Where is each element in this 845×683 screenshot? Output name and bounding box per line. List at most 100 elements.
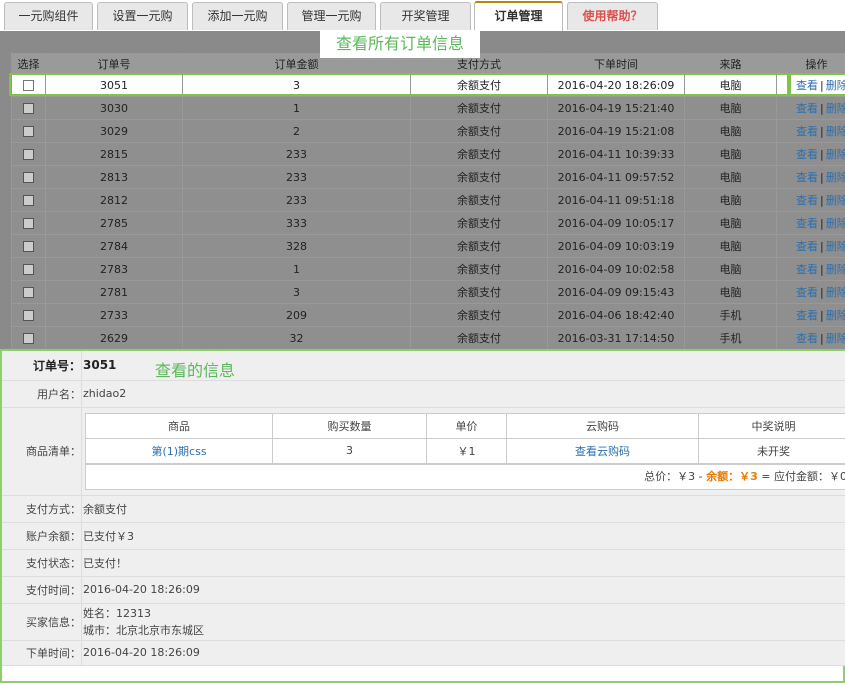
goods-product-link[interactable]: 第(1)期css [85, 437, 273, 464]
view-order-link[interactable]: 查看 [796, 332, 818, 345]
row-select-cell [11, 142, 46, 166]
row-select-cell [11, 188, 46, 212]
row-select-cell [11, 280, 46, 304]
row-checkbox[interactable] [23, 333, 34, 344]
pay-method-cell: 余额支付 [410, 142, 548, 166]
balance-value: 已支付￥3 [81, 522, 845, 550]
tab-setup-yiyuangou[interactable]: 设置一元购 [97, 2, 188, 30]
row-select-cell [11, 96, 46, 120]
delete-order-link[interactable]: 删除 [826, 240, 845, 253]
view-order-link[interactable]: 查看 [796, 240, 818, 253]
row-checkbox[interactable] [23, 195, 34, 206]
row-checkbox[interactable] [23, 241, 34, 252]
pay-method-label: 支付方式： [2, 495, 82, 523]
callout-viewed-info: 查看的信息 [155, 361, 236, 380]
delete-order-link[interactable]: 删除 [826, 217, 845, 230]
table-row: 2733209余额支付2016-04-06 18:42:40手机查看|删除 [11, 303, 845, 327]
delete-order-link[interactable]: 删除 [826, 309, 845, 322]
order-no-cell: 2783 [45, 257, 183, 281]
order-time-cell: 2016-04-09 10:05:17 [547, 211, 685, 235]
row-select-cell [11, 211, 46, 235]
actions-cell: 查看|删除 [776, 142, 845, 166]
action-separator: | [820, 125, 824, 138]
row-checkbox[interactable] [23, 172, 34, 183]
row-select-cell [11, 303, 46, 327]
view-order-link[interactable]: 查看 [796, 217, 818, 230]
col-order-time: 下单时间 [547, 53, 685, 74]
view-order-link[interactable]: 查看 [796, 125, 818, 138]
goods-cell: 商品 购买数量 单价 云购码 中奖说明 第(1)期css 3 ￥1 查看云购码 … [81, 407, 845, 496]
goods-col-qty: 购买数量 [272, 412, 427, 439]
delete-order-link[interactable]: 删除 [826, 171, 845, 184]
detail-row-pay-status: 支付状态： 已支付！ [2, 549, 845, 577]
delete-order-link[interactable]: 删除 [826, 148, 845, 161]
row-checkbox[interactable] [23, 264, 34, 275]
source-cell: 电脑 [684, 165, 777, 189]
order-time-cell: 2016-04-11 10:39:33 [547, 142, 685, 166]
pay-method-cell: 余额支付 [410, 326, 548, 350]
tab-lottery-management[interactable]: 开奖管理 [380, 2, 471, 30]
row-checkbox[interactable] [23, 287, 34, 298]
pay-method-cell: 余额支付 [410, 303, 548, 327]
amount-cell: 233 [182, 188, 411, 212]
tab-add-yiyuangou[interactable]: 添加一元购 [192, 2, 283, 30]
view-order-link[interactable]: 查看 [796, 148, 818, 161]
view-cloud-code-link[interactable]: 查看云购码 [506, 437, 699, 464]
view-order-link[interactable]: 查看 [796, 286, 818, 299]
goods-table: 商品 购买数量 单价 云购码 中奖说明 第(1)期css 3 ￥1 查看云购码 … [85, 412, 845, 464]
actions-cell: 查看|删除 [776, 119, 845, 143]
table-row: 2784328余额支付2016-04-09 10:03:19电脑查看|删除 [11, 234, 845, 258]
view-order-link[interactable]: 查看 [796, 171, 818, 184]
username-label: 用户名： [2, 380, 82, 408]
delete-order-link[interactable]: 删除 [826, 263, 845, 276]
detail-row-balance: 账户余额： 已支付￥3 [2, 522, 845, 550]
col-select: 选择 [11, 53, 46, 74]
amount-cell: 1 [182, 257, 411, 281]
order-no-cell: 2629 [45, 326, 183, 350]
col-source: 来路 [684, 53, 777, 74]
pay-method-cell: 余额支付 [410, 234, 548, 258]
delete-order-link[interactable]: 删除 [826, 125, 845, 138]
row-checkbox[interactable] [23, 149, 34, 160]
row-checkbox[interactable] [23, 103, 34, 114]
tab-yiyuangou-components[interactable]: 一元购组件 [4, 2, 93, 30]
total-balance-label: 余额： [706, 469, 740, 483]
amount-cell: 328 [182, 234, 411, 258]
delete-order-link[interactable]: 删除 [826, 102, 845, 115]
order-no-cell: 3030 [45, 96, 183, 120]
goods-qty: 3 [272, 437, 427, 464]
order-no-cell: 2813 [45, 165, 183, 189]
goods-price: ￥1 [426, 437, 507, 464]
tab-order-management[interactable]: 订单管理 [474, 1, 563, 31]
actions-cell: 查看|删除 [776, 234, 845, 258]
action-separator: | [820, 332, 824, 345]
detail-row-pay-time: 支付时间： 2016-04-20 18:26:09 [2, 576, 845, 604]
order-no-cell: 2784 [45, 234, 183, 258]
table-row: 30292余额支付2016-04-19 15:21:08电脑查看|删除 [11, 119, 845, 143]
delete-order-link[interactable]: 删除 [826, 286, 845, 299]
row-checkbox[interactable] [23, 310, 34, 321]
view-order-link[interactable]: 查看 [796, 263, 818, 276]
total-prefix: 总价：￥3 - [644, 469, 707, 483]
view-order-link[interactable]: 查看 [796, 309, 818, 322]
view-order-link[interactable]: 查看 [796, 194, 818, 207]
source-cell: 电脑 [684, 211, 777, 235]
row-checkbox[interactable] [23, 218, 34, 229]
row-checkbox[interactable] [23, 126, 34, 137]
tab-help[interactable]: 使用帮助？ [567, 2, 658, 30]
tab-manage-yiyuangou[interactable]: 管理一元购 [287, 2, 376, 30]
table-row: 262932余额支付2016-03-31 17:14:50手机查看|删除 [11, 326, 845, 350]
detail-row-pay-method: 支付方式： 余额支付 [2, 495, 845, 523]
delete-order-link[interactable]: 删除 [826, 194, 845, 207]
pay-method-cell: 余额支付 [410, 257, 548, 281]
action-separator: | [820, 263, 824, 276]
orders-table: 选择 订单号 订单金额 支付方式 下单时间 来路 操作 3051 3 余额支付 201… [11, 53, 845, 350]
source-cell: 电脑 [684, 257, 777, 281]
actions-cell: 查看|删除 [776, 96, 845, 120]
view-order-link[interactable]: 查看 [796, 102, 818, 115]
delete-order-link[interactable]: 删除 [826, 332, 845, 345]
row-select-cell [11, 234, 46, 258]
detail-row-order-time: 下单时间： 2016-04-20 18:26:09 [2, 640, 845, 666]
actions-cell: 查看|删除 [776, 165, 845, 189]
amount-cell: 233 [182, 165, 411, 189]
